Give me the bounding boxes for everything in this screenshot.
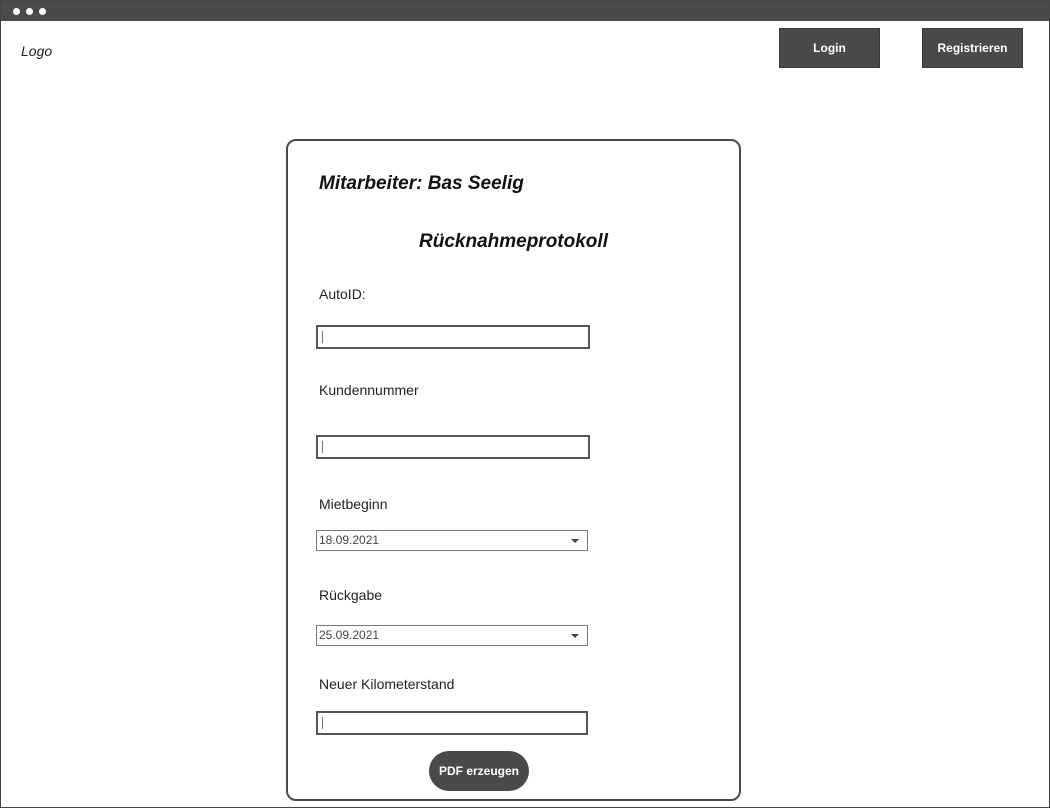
auto-id-label: AutoID: xyxy=(319,286,366,302)
customer-number-label: Kundennummer xyxy=(319,382,419,398)
return-date-value: 25.09.2021 xyxy=(319,628,380,642)
chevron-down-icon xyxy=(571,634,579,638)
window-dot-icon xyxy=(39,8,46,15)
rental-start-value: 18.09.2021 xyxy=(319,533,380,547)
logo: Logo xyxy=(21,43,53,59)
window-titlebar xyxy=(1,1,1049,21)
text-caret xyxy=(322,331,323,343)
return-date-select[interactable]: 25.09.2021 xyxy=(316,625,588,646)
new-mileage-input[interactable] xyxy=(316,711,588,735)
create-pdf-button[interactable]: PDF erzeugen xyxy=(429,751,529,791)
return-protocol-form: Mitarbeiter: Bas Seelig Rücknahmeprotoko… xyxy=(286,139,741,801)
auto-id-input[interactable] xyxy=(316,325,590,349)
form-title: Rücknahmeprotokoll xyxy=(419,231,608,252)
employee-name: Mitarbeiter: Bas Seelig xyxy=(319,173,524,194)
new-mileage-label: Neuer Kilometerstand xyxy=(319,676,455,692)
text-caret xyxy=(322,717,323,729)
return-date-label: Rückgabe xyxy=(319,587,383,603)
window-dot-icon xyxy=(26,8,33,15)
chevron-down-icon xyxy=(571,539,579,543)
text-caret xyxy=(322,441,323,453)
login-button[interactable]: Login xyxy=(779,28,880,68)
rental-start-label: Mietbeginn xyxy=(319,496,388,512)
register-button[interactable]: Registrieren xyxy=(922,28,1023,68)
browser-window: Logo Login Registrieren Mitarbeiter: Bas… xyxy=(0,0,1050,808)
window-dot-icon xyxy=(13,8,20,15)
customer-number-input[interactable] xyxy=(316,435,590,459)
rental-start-select[interactable]: 18.09.2021 xyxy=(316,530,588,551)
